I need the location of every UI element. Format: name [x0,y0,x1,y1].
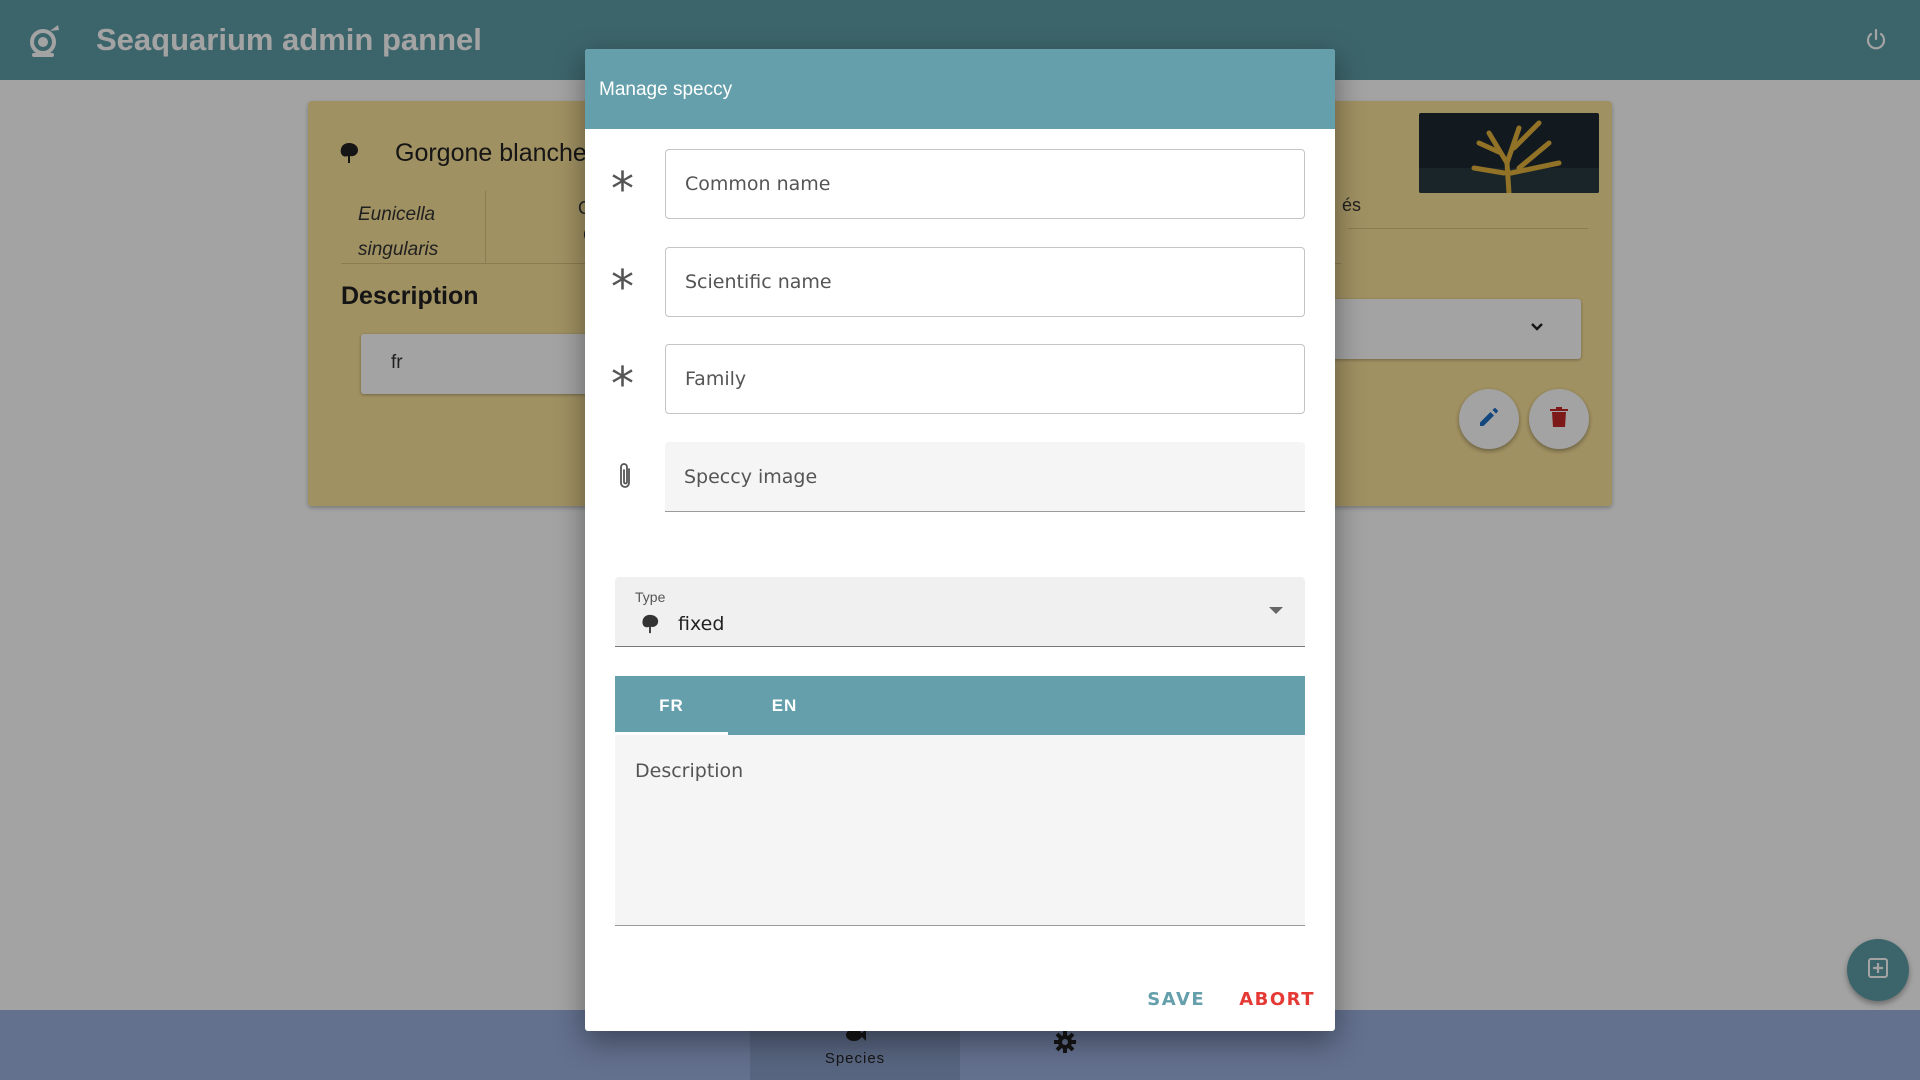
type-select[interactable]: Type fixed [615,577,1305,647]
scientific-name-row: * [585,247,1335,317]
dialog-title: Manage speccy [585,49,1335,129]
paperclip-icon[interactable] [616,461,634,498]
manage-species-dialog: Manage speccy * * * Type fixed FR EN [585,49,1335,1031]
common-name-input[interactable] [665,149,1305,219]
type-label: Type [635,589,666,605]
dialog-actions: SAVE ABORT [1147,989,1315,1010]
language-tabs: FR EN [615,676,1305,735]
required-asterisk-icon: * [611,162,634,216]
common-name-row: * [585,149,1335,219]
save-button[interactable]: SAVE [1147,989,1205,1010]
description-textarea[interactable] [615,735,1305,926]
family-input[interactable] [665,344,1305,414]
tab-en-label: EN [771,695,798,715]
required-asterisk-icon: * [611,260,634,314]
scientific-name-input[interactable] [665,247,1305,317]
species-image-input[interactable] [665,442,1305,512]
abort-button[interactable]: ABORT [1239,989,1315,1010]
tab-en[interactable]: EN [728,676,841,735]
tab-fr[interactable]: FR [615,676,728,735]
family-row: * [585,344,1335,414]
required-asterisk-icon: * [611,357,634,411]
type-value: fixed [678,613,725,635]
fixed-species-icon [640,613,660,640]
image-row [585,442,1335,512]
tab-fr-label: FR [659,695,684,715]
dropdown-arrow-icon [1269,607,1283,614]
